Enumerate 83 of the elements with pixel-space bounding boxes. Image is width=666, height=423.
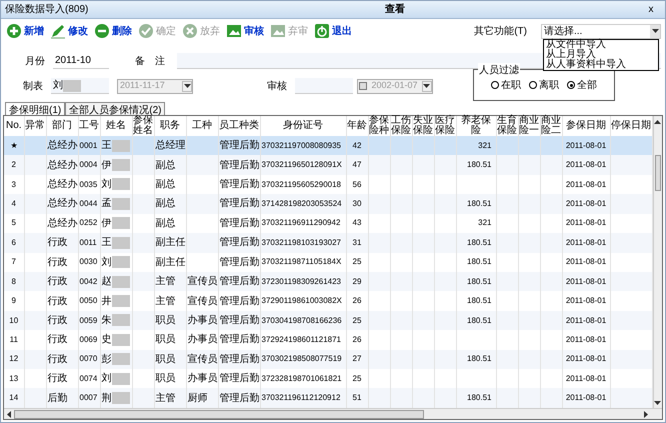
redaction-block [63, 80, 81, 92]
name-text: 彭 [102, 354, 112, 365]
radio-option[interactable]: 离职 [529, 78, 559, 92]
image-icon [270, 23, 286, 39]
mode-label: 查看 [385, 2, 406, 17]
check-icon [138, 23, 154, 39]
name-text: 井 [102, 296, 112, 307]
radio-option[interactable]: 在职 [491, 78, 521, 92]
name-text: 刘 [102, 373, 112, 384]
table-row[interactable]: 13 行政 0074 刘 职员 办事员 管理后勤 372328198701061821 25 2011-08-01 [4, 369, 652, 388]
image-icon [226, 23, 242, 39]
name-text: 伊 [102, 218, 112, 229]
note-label: 备 注 [135, 54, 166, 68]
name-text: 王 [102, 140, 112, 152]
month-field[interactable]: 2011-10 [53, 53, 109, 69]
redaction-block [112, 392, 130, 404]
dropdown-option[interactable]: 从人事资料中导入 [544, 60, 658, 70]
redaction-block [112, 256, 130, 268]
minus-icon [94, 23, 110, 39]
name-text: 王 [102, 237, 112, 248]
close-icon [182, 23, 198, 39]
redaction-block [112, 217, 130, 230]
toolbar-button[interactable]: 新增 [5, 23, 45, 39]
name-text: 刘 [102, 179, 112, 190]
redaction-block [112, 198, 130, 210]
power-icon [314, 23, 330, 39]
pencil-icon [50, 23, 66, 39]
table-row[interactable]: 9 行政 0050 井 主管 宣传员 管理后勤 37290119861003082X 26 180.51 2011-08-01 [4, 291, 652, 311]
redaction-block [112, 294, 130, 307]
name-text: 荆 [102, 392, 112, 404]
tab[interactable]: 全部人员参保情况(2) [65, 102, 166, 115]
scrollbar-thumb[interactable] [654, 155, 661, 191]
table-row[interactable]: 10 行政 0059 朱 职员 办事员 管理后勤 370304198708166236 25 180.51 2011-08-01 [4, 310, 652, 330]
audit-field[interactable] [295, 78, 353, 94]
caret-icon [184, 84, 190, 88]
maker-label: 制表 [23, 80, 44, 94]
redaction-block [112, 140, 130, 152]
table-row[interactable]: 14 后勤 0007 荆 主管 厨师 管理后勤 370321196112120912 51 180.51 2011-08-01 [4, 388, 652, 408]
audit-date: 2002-01-07 [371, 79, 418, 92]
horizontal-scrollbar[interactable] [4, 408, 662, 419]
window-title: 保险数据导入(809) [5, 2, 90, 17]
radio-option[interactable]: 全部 [567, 78, 597, 92]
month-label: 月份 [25, 54, 46, 68]
scrollbar-thumb[interactable] [14, 410, 424, 418]
redaction-block [112, 372, 130, 385]
dropdown-option[interactable]: 从上月导入 [544, 50, 658, 60]
name-text: 孟 [102, 198, 112, 210]
maker-field[interactable]: 刘 [51, 78, 109, 94]
name-text: 赵 [102, 276, 112, 288]
close-button[interactable]: x [645, 2, 657, 17]
left-arrow-icon [7, 410, 11, 418]
toolbar-button[interactable]: 审核 [225, 23, 265, 39]
table-row[interactable]: 11 行政 0069 史 职员 办事员 管理后勤 372924198601121871 26 2011-08-01 [4, 330, 652, 350]
toolbar-button[interactable]: 退出 [313, 23, 353, 39]
up-arrow-icon [654, 120, 662, 124]
redaction-block [112, 314, 130, 326]
right-arrow-icon [644, 410, 648, 418]
redaction-block [112, 353, 130, 366]
redaction-block [112, 178, 130, 190]
plus-icon [6, 23, 22, 39]
other-function-label: 其它功能(T) [474, 24, 527, 38]
tab[interactable]: 参保明细(1) [5, 102, 66, 115]
name-text: 刘 [102, 256, 112, 268]
name-text: 史 [102, 334, 112, 346]
redaction-block [112, 334, 130, 346]
name-text: 伊 [102, 160, 112, 171]
toolbar-button[interactable]: 修改 [49, 23, 89, 39]
caret-icon [654, 400, 662, 404]
table-row[interactable]: 7 行政 0030 刘 副主任 管理后勤 37032119871105184X 25 180.51 2011-08-01 [4, 252, 652, 272]
checkbox[interactable] [359, 82, 367, 90]
toolbar-button[interactable]: 删除 [93, 23, 133, 39]
redaction-block [112, 276, 130, 288]
table-row[interactable]: 12 行政 0070 彭 职员 宣传员 管理后勤 370302198508077519 27 180.51 2011-08-01 [4, 350, 652, 370]
maker-date-field: 2011-11-17 [117, 78, 193, 94]
table-row[interactable]: 8 行政 0042 赵 主管 宣传员 管理后勤 372301198309261423 29 180.51 2011-08-01 [4, 272, 652, 292]
function-select[interactable]: 请选择... [541, 24, 661, 38]
table-row[interactable]: 6 行政 0011 王 副主任 管理后勤 370321198103193027 31 180.51 2011-08-01 [4, 233, 652, 253]
name-text: 朱 [102, 315, 112, 326]
redaction-block [112, 158, 130, 171]
redaction-block [112, 236, 130, 249]
caret-icon [423, 84, 430, 88]
audit-label: 审核 [267, 80, 288, 94]
caret-icon [652, 29, 658, 33]
